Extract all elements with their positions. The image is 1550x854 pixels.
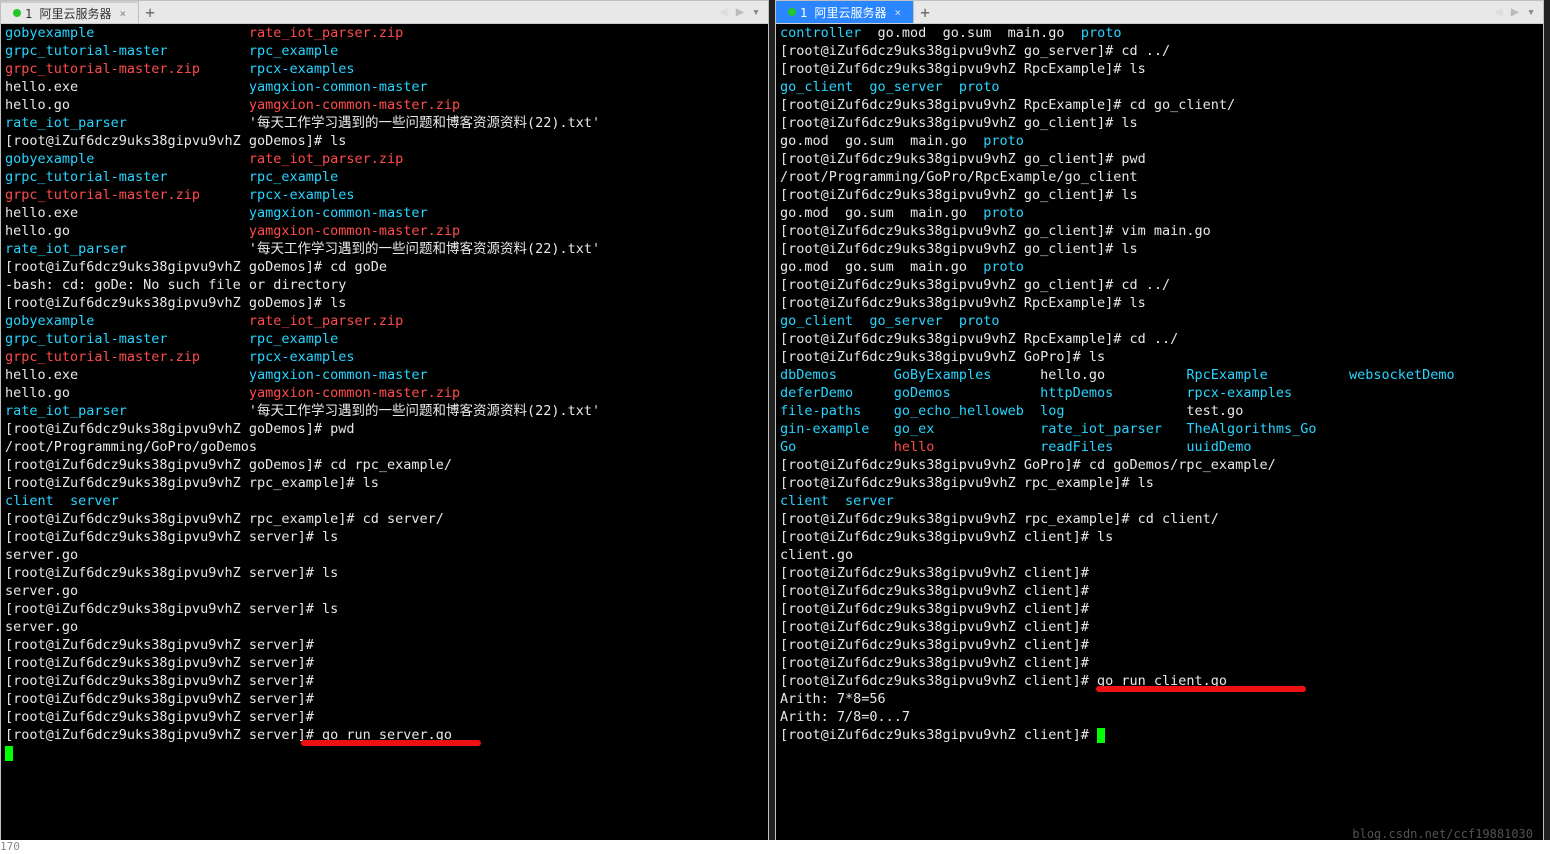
terminal-right[interactable]: controller go.mod go.sum main.go proto[r…: [776, 24, 1543, 853]
tab-right-1[interactable]: 1 阿里云服务器 ×: [776, 1, 914, 23]
nav-left-icon[interactable]: ◀: [1490, 4, 1506, 20]
add-tab-button[interactable]: +: [914, 1, 936, 23]
close-icon[interactable]: ×: [894, 6, 901, 19]
workspace: 1 阿里云服务器 × + ◀ ▶ ▾ gobyexample rate_iot_…: [0, 0, 1550, 854]
add-tab-button[interactable]: +: [139, 1, 161, 23]
tabbar-right: 1 阿里云服务器 × + ◀ ▶ ▾: [776, 1, 1543, 24]
close-icon[interactable]: ×: [119, 7, 126, 20]
tab-menu-icon[interactable]: ▾: [748, 5, 760, 20]
status-dot-icon: [13, 9, 21, 17]
tab-left-1[interactable]: 1 阿里云服务器 ×: [1, 1, 139, 23]
nav-right-icon[interactable]: ▶: [1507, 4, 1523, 20]
tab-menu-icon[interactable]: ▾: [1523, 5, 1535, 20]
page-footer: 170: [0, 840, 1550, 854]
pane-right: 1 阿里云服务器 × + ◀ ▶ ▾ controller go.mod go.…: [775, 0, 1544, 854]
status-dot-icon: [788, 8, 796, 16]
nav-right-icon[interactable]: ▶: [732, 4, 748, 20]
watermark: blog.csdn.net/ccf19881030: [1352, 827, 1533, 841]
tabbar-left: 1 阿里云服务器 × + ◀ ▶ ▾: [1, 1, 768, 24]
terminal-left[interactable]: gobyexample rate_iot_parser.zipgrpc_tuto…: [1, 24, 768, 853]
pane-left: 1 阿里云服务器 × + ◀ ▶ ▾ gobyexample rate_iot_…: [0, 0, 769, 854]
nav-left-icon[interactable]: ◀: [715, 4, 731, 20]
